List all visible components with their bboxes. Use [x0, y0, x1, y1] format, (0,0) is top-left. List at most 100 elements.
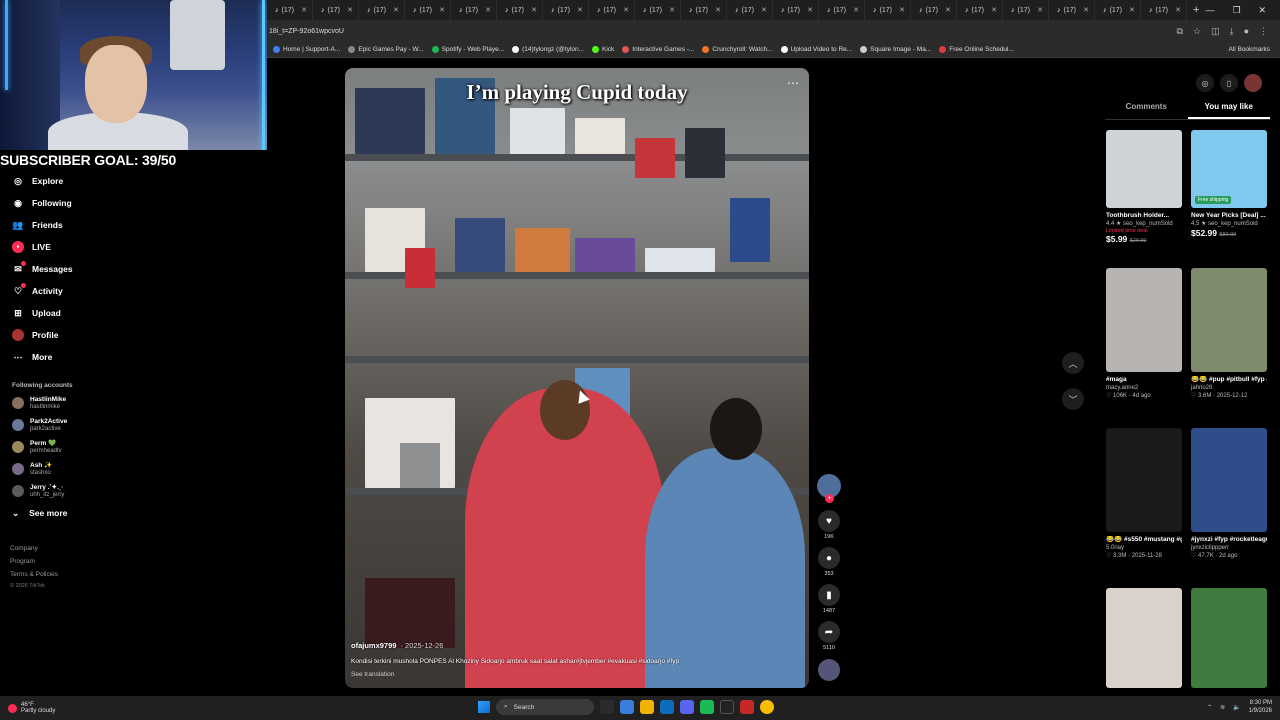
windows-start-icon[interactable] [478, 701, 490, 713]
follow-plus-icon[interactable]: + [825, 494, 834, 503]
maximize-icon[interactable]: ❐ [1232, 5, 1240, 16]
browser-tab[interactable]: ♪ (17) ✕ [405, 0, 451, 20]
following-account[interactable]: Perm 💚 permheadtv [12, 440, 62, 455]
tray-chevron-icon[interactable]: ⌃ [1207, 704, 1212, 711]
tab-you-may-like[interactable]: You may like [1187, 102, 1270, 119]
card-thumbnail[interactable] [1191, 428, 1267, 532]
url-text[interactable]: 18i_t=ZP-92o61wpcvoU [269, 28, 344, 35]
see-translation-link[interactable]: See translation [351, 671, 394, 678]
close-tab-icon[interactable]: ✕ [945, 6, 951, 14]
close-tab-icon[interactable]: ✕ [669, 6, 675, 14]
sidebar-item-profile[interactable]: Profile [0, 324, 150, 346]
close-tab-icon[interactable]: ✕ [1175, 6, 1181, 14]
close-tab-icon[interactable]: ✕ [715, 6, 721, 14]
close-tab-icon[interactable]: ✕ [393, 6, 399, 14]
bookmark-star-icon[interactable]: ☆ [1193, 26, 1201, 37]
video-card-author[interactable]: jynxziclippperr [1191, 544, 1267, 552]
footer-link-terms[interactable]: Terms & Policies [10, 568, 58, 581]
close-tab-icon[interactable]: ✕ [439, 6, 445, 14]
video-card[interactable]: #maga macy.anne2 ♡ 106K · 4d ago [1106, 268, 1182, 400]
bookmark-item[interactable]: Crunchyroll: Watch... [702, 46, 773, 53]
following-account[interactable]: Park2Active park2active [12, 418, 67, 433]
obs-icon[interactable] [740, 700, 754, 714]
close-tab-icon[interactable]: ✕ [1129, 6, 1135, 14]
close-tab-icon[interactable]: ✕ [1083, 6, 1089, 14]
spotify-icon[interactable] [700, 700, 714, 714]
browser-tab[interactable]: ♪ (17) ✕ [1049, 0, 1095, 20]
sidebar-item-activity[interactable]: ♡ Activity [0, 280, 150, 302]
product-card[interactable]: Toothbrush Holder... 4.4 ★ seo_kep_numSol… [1106, 130, 1182, 244]
browser-tab[interactable]: ♪ (17) ✕ [911, 0, 957, 20]
wifi-icon[interactable]: ≋ [1220, 704, 1225, 711]
taskbar-search[interactable]: ⌕ Search [496, 699, 594, 715]
edge-icon[interactable] [660, 700, 674, 714]
browser-tab[interactable]: ♪ (17) ✕ [681, 0, 727, 20]
browser-tab[interactable]: ♪ (17) ✕ [727, 0, 773, 20]
clock[interactable]: 8:30 PM 1/9/2026 [1249, 700, 1272, 715]
sidebar-item-friends[interactable]: 👥 Friends [0, 214, 150, 236]
video-more-icon[interactable]: ⋯ [787, 76, 799, 90]
compass-icon[interactable]: ◎ [1196, 74, 1214, 92]
weather-widget[interactable]: 46°F Partly cloudy [0, 702, 55, 714]
video-card-author[interactable]: macy.anne2 [1106, 384, 1182, 392]
chrome-icon[interactable] [760, 700, 774, 714]
card-thumbnail[interactable] [1106, 268, 1182, 372]
bookmark-item[interactable]: Home | Support-A... [273, 46, 340, 53]
browser-tab[interactable]: ♪ (17) ✕ [819, 0, 865, 20]
card-thumbnail[interactable] [1191, 588, 1267, 688]
close-tab-icon[interactable]: ✕ [301, 6, 307, 14]
comment-button[interactable]: ● [818, 547, 840, 569]
close-window-icon[interactable]: ✕ [1259, 5, 1267, 16]
close-tab-icon[interactable]: ✕ [991, 6, 997, 14]
video-author[interactable]: ofajumx9799 · 2025-12-26 [351, 641, 443, 650]
music-disc-icon[interactable] [818, 659, 840, 681]
card-thumbnail[interactable] [1106, 428, 1182, 532]
sidebar-item-following[interactable]: ◉ Following [0, 192, 150, 214]
video-player[interactable]: I’m playing Cupid today ⋯ ofajumx9799 · 2… [345, 68, 809, 688]
video-username[interactable]: ofajumx9799 [351, 641, 396, 650]
footer-link-company[interactable]: Company [10, 542, 58, 555]
app-icon[interactable] [620, 700, 634, 714]
bookmark-item[interactable]: Square Image - Ma... [860, 46, 931, 53]
browser-tab[interactable]: ♪ (17) ✕ [957, 0, 1003, 20]
card-thumbnail[interactable]: Free shipping [1191, 130, 1267, 208]
close-tab-icon[interactable]: ✕ [531, 6, 537, 14]
minimize-icon[interactable]: — [1205, 5, 1214, 16]
video-card-author[interactable]: jahno28 [1191, 384, 1267, 392]
menu-icon[interactable]: ⋮ [1259, 26, 1268, 37]
video-card[interactable]: 😂😂 #s550 #mustang #g... 5.0nay ♡ 3.3M · 20… [1106, 428, 1182, 560]
volume-icon[interactable]: 🔈 [1233, 704, 1240, 711]
following-account[interactable]: HastlinMike hastlinmike [12, 396, 66, 411]
close-tab-icon[interactable]: ✕ [761, 6, 767, 14]
browser-tab[interactable]: ♪ (17) ✕ [543, 0, 589, 20]
sidebar-item-more[interactable]: ⋯ More [0, 346, 150, 368]
browser-tab[interactable]: ♪ (17) ✕ [359, 0, 405, 20]
footer-link-program[interactable]: Program [10, 555, 58, 568]
close-tab-icon[interactable]: ✕ [1037, 6, 1043, 14]
new-tab-button[interactable]: + [1187, 4, 1205, 16]
browser-tab[interactable]: ♪ (17) ✕ [589, 0, 635, 20]
save-button[interactable]: ▮ [818, 584, 840, 606]
browser-tab[interactable]: ♪ (17) ✕ [773, 0, 819, 20]
close-tab-icon[interactable]: ✕ [899, 6, 905, 14]
video-card-author[interactable]: 5.0nay [1106, 544, 1182, 552]
video-card[interactable] [1191, 588, 1267, 688]
browser-tab[interactable]: ♪ (17) ✕ [267, 0, 313, 20]
close-tab-icon[interactable]: ✕ [485, 6, 491, 14]
card-thumbnail[interactable] [1106, 130, 1182, 208]
bookmark-item[interactable]: Kick [591, 46, 614, 53]
tab-comments[interactable]: Comments [1105, 102, 1188, 119]
profile-avatar-icon[interactable]: ● [1244, 26, 1249, 37]
creator-avatar[interactable]: + [817, 474, 841, 503]
all-bookmarks-button[interactable]: All Bookmarks [1228, 46, 1280, 53]
bookmark-item[interactable]: Spotify - Web Playe... [431, 46, 504, 53]
browser-tab[interactable]: ♪ (17) ✕ [865, 0, 911, 20]
next-video-button[interactable]: ﹀ [1062, 388, 1084, 410]
following-account[interactable]: Ash ✨ stashxo [12, 462, 52, 477]
following-account[interactable]: Jerry .˚✦.˳· uhh_itz_jerry [12, 484, 64, 499]
bookmark-item[interactable]: Free Online Schedul... [939, 46, 1014, 53]
browser-tab[interactable]: ♪ (17) ✕ [313, 0, 359, 20]
download-icon[interactable]: ⤓ [1230, 26, 1234, 37]
close-tab-icon[interactable]: ✕ [577, 6, 583, 14]
browser-tab[interactable]: ♪ (17) ✕ [1003, 0, 1049, 20]
